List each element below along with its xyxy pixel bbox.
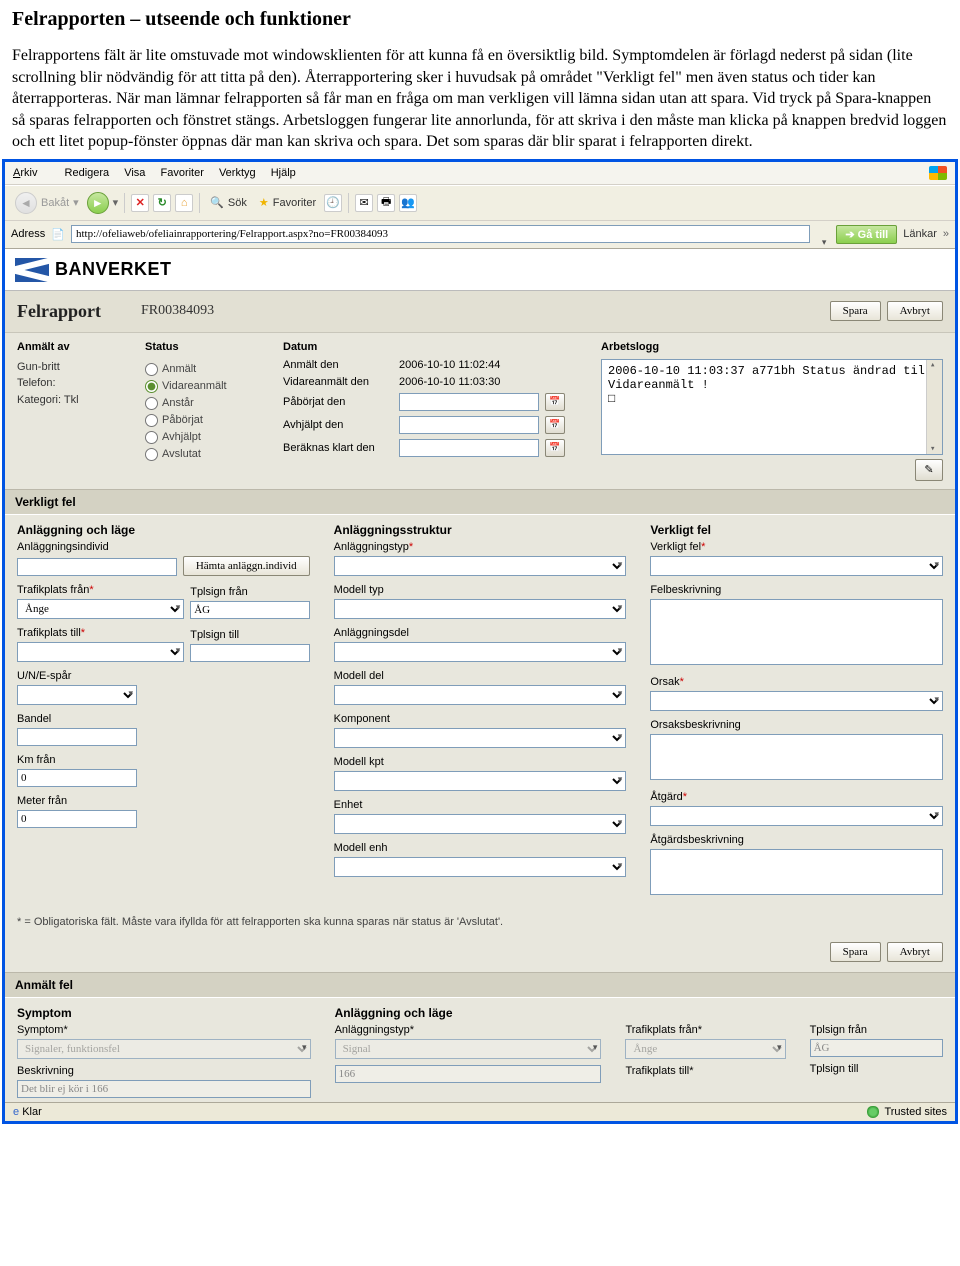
arbetslogg-text: 2006-10-10 11:03:37 a771bh Status ändrad…: [601, 359, 943, 455]
bot-anltyp-select: Signal: [335, 1039, 602, 1059]
calendar-icon[interactable]: 📅: [545, 416, 565, 434]
hamta-button[interactable]: Hämta anläggn.individ: [183, 556, 310, 576]
forward-button[interactable]: ►: [87, 192, 109, 214]
address-label: Adress: [11, 228, 45, 240]
status-header: Status: [145, 341, 265, 353]
modell-typ-select[interactable]: [334, 599, 627, 619]
bandel-input[interactable]: [17, 728, 137, 746]
menu-arkiv[interactable]: Arkiv: [13, 167, 49, 179]
cancel-button-top[interactable]: Avbryt: [887, 301, 943, 321]
modell-del-select[interactable]: [334, 685, 627, 705]
menu-verktyg[interactable]: Verktyg: [219, 167, 256, 179]
anmalt-av-name: Gun-britt: [17, 359, 127, 376]
trafikplats-fran-select[interactable]: Ånge: [17, 599, 184, 619]
doc-body: Felrapportens fält är lite omstuvade mot…: [12, 45, 948, 153]
address-bar: Adress 📄 ➔ Gå till Länkar »: [5, 221, 955, 249]
history-icon[interactable]: 🕘: [324, 194, 342, 212]
page-icon: 📄: [51, 228, 65, 241]
ie-icon: e: [13, 1106, 19, 1118]
banverket-logo-icon: [15, 258, 49, 282]
beraknas-input[interactable]: [399, 439, 539, 457]
komponent-select[interactable]: [334, 728, 627, 748]
save-button-bottom[interactable]: Spara: [830, 942, 881, 962]
status-bar: e Klar Trusted sites: [5, 1102, 955, 1121]
status-paborjat[interactable]: Påbörjat: [145, 414, 265, 427]
arbetslogg-header: Arbetslogg: [601, 341, 943, 353]
felbeskrivning-input[interactable]: [650, 599, 943, 665]
page-title: Felrapport: [17, 301, 101, 322]
enhet-select[interactable]: [334, 814, 627, 834]
mail-icon[interactable]: ✉: [355, 194, 373, 212]
section-anmalt-fel: Anmält fel: [5, 972, 955, 998]
bot-tpf-select: Ånge: [625, 1039, 785, 1059]
bot-tplf-input: [810, 1039, 943, 1057]
datum-header: Datum: [283, 341, 583, 353]
tplsign-till-input[interactable]: [190, 644, 309, 662]
status-anstar[interactable]: Anstår: [145, 397, 265, 410]
cancel-button-bottom[interactable]: Avbryt: [887, 942, 943, 962]
go-button[interactable]: ➔ Gå till: [836, 225, 897, 244]
menu-favoriter[interactable]: Favoriter: [160, 167, 203, 179]
print-icon[interactable]: 🖶: [377, 194, 395, 212]
anlaggningstyp-select[interactable]: [334, 556, 627, 576]
trusted-icon: [867, 1106, 879, 1118]
pencil-icon: ✎: [924, 463, 933, 476]
scrollbar[interactable]: [926, 360, 942, 454]
bot-166-input: [335, 1065, 602, 1083]
status-vidareanmalt[interactable]: Vidareanmält: [145, 380, 265, 393]
browser-window: Arkiv Redigera Visa Favoriter Verktyg Hj…: [2, 159, 958, 1124]
doc-title: Felrapporten – utseende och funktioner: [12, 8, 948, 31]
star-icon: ★: [259, 196, 269, 209]
stop-icon[interactable]: ✕: [131, 194, 149, 212]
write-log-button[interactable]: ✎: [915, 459, 943, 481]
anmalt-av-header: Anmält av: [17, 341, 127, 353]
home-icon[interactable]: ⌂: [175, 194, 193, 212]
toolbar: ◄ Bakåt ▾ ► ▾ ✕ ↻ ⌂ 🔍 Sök ★ Favoriter 🕘 …: [5, 185, 955, 221]
menu-hjalp[interactable]: Hjälp: [271, 167, 296, 179]
calendar-icon[interactable]: 📅: [545, 393, 565, 411]
anlaggningsindivid-input[interactable]: [17, 558, 177, 576]
back-button: ◄ Bakåt ▾: [11, 190, 83, 216]
calendar-icon[interactable]: 📅: [545, 439, 565, 457]
windows-flag-icon: [929, 166, 947, 180]
menu-visa[interactable]: Visa: [124, 167, 145, 179]
orsak-select[interactable]: [650, 691, 943, 711]
symptom-select: Signaler, funktionsfel: [17, 1039, 311, 1059]
modell-enh-select[interactable]: [334, 857, 627, 877]
menu-redigera[interactable]: Redigera: [65, 167, 110, 179]
page-content: BANVERKET Felrapport FR00384093 Spara Av…: [5, 249, 955, 1102]
une-spar-select[interactable]: [17, 685, 137, 705]
search-icon: 🔍: [210, 196, 224, 209]
avhjalpt-input[interactable]: [399, 416, 539, 434]
atgard-select[interactable]: [650, 806, 943, 826]
km-fran-input[interactable]: [17, 769, 137, 787]
links-label[interactable]: Länkar: [903, 228, 937, 240]
trafikplats-till-select[interactable]: [17, 642, 184, 662]
favorites-button[interactable]: ★ Favoriter: [255, 194, 320, 211]
banverket-logo-text: BANVERKET: [55, 259, 172, 280]
verkligt-fel-select[interactable]: [650, 556, 943, 576]
search-button[interactable]: 🔍 Sök: [206, 194, 251, 211]
modell-kpt-select[interactable]: [334, 771, 627, 791]
meter-fran-input[interactable]: [17, 810, 137, 828]
orsaksbeskrivning-input[interactable]: [650, 734, 943, 780]
status-avslutat[interactable]: Avslutat: [145, 448, 265, 461]
address-input[interactable]: [71, 225, 810, 243]
refresh-icon[interactable]: ↻: [153, 194, 171, 212]
paborjat-input[interactable]: [399, 393, 539, 411]
report-id: FR00384093: [141, 303, 214, 319]
status-anmalt[interactable]: Anmält: [145, 363, 265, 376]
section-verkligt-fel: Verkligt fel: [5, 489, 955, 515]
messenger-icon[interactable]: 👥: [399, 194, 417, 212]
back-icon: ◄: [15, 192, 37, 214]
menubar: Arkiv Redigera Visa Favoriter Verktyg Hj…: [5, 162, 955, 185]
anlaggningsdel-select[interactable]: [334, 642, 627, 662]
status-avhjalpt[interactable]: Avhjälpt: [145, 431, 265, 444]
tplsign-fran-input[interactable]: [190, 601, 309, 619]
atgardsbeskrivning-input[interactable]: [650, 849, 943, 895]
save-button-top[interactable]: Spara: [830, 301, 881, 321]
required-note: * = Obligatoriska fält. Måste vara ifyll…: [5, 906, 955, 938]
beskrivning-input: [17, 1080, 311, 1098]
